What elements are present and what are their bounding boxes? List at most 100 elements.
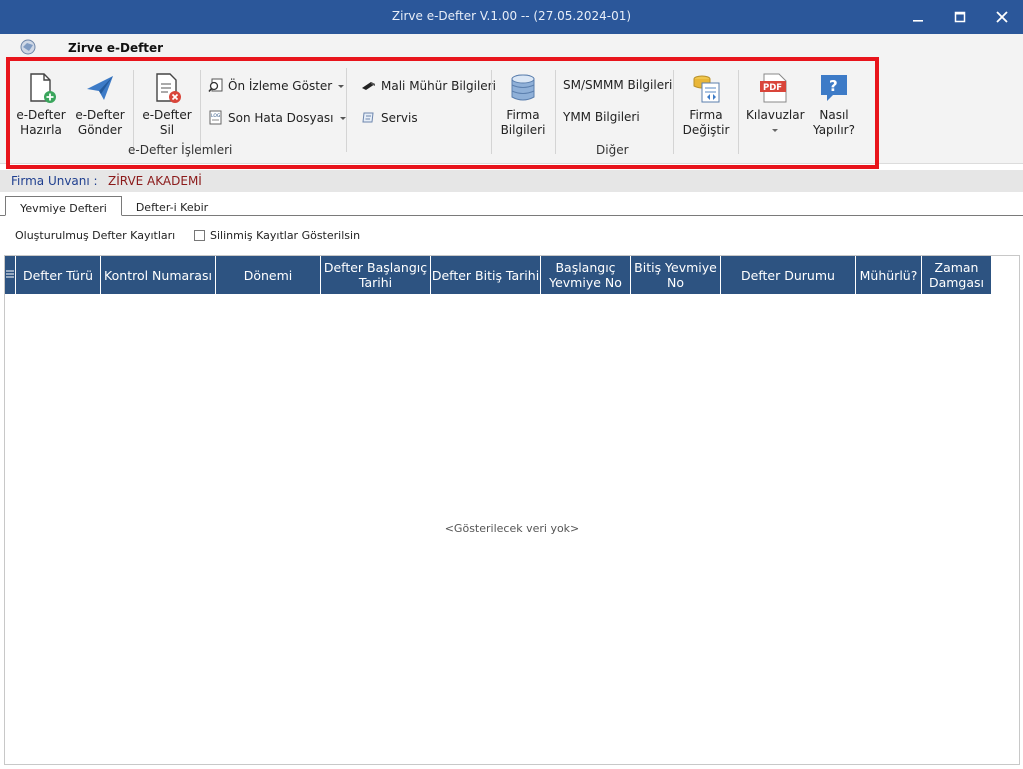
empty-grid-message: <Gösterilecek veri yok> bbox=[444, 522, 580, 535]
close-icon bbox=[996, 11, 1008, 23]
edefter-hazirla-label-2: Hazırla bbox=[20, 123, 62, 137]
send-paper-plane-icon bbox=[84, 72, 116, 104]
delete-document-icon bbox=[151, 72, 183, 104]
firma-degistir-button[interactable]: Firma Değiştir bbox=[680, 72, 732, 138]
svg-text:PDF: PDF bbox=[763, 83, 782, 93]
column-header-bitis-yevmiye-no[interactable]: Bitiş Yevmiye No bbox=[631, 256, 721, 294]
ymm-bilgileri-label: YMM Bilgileri bbox=[563, 110, 640, 124]
column-header-label: Damgası bbox=[928, 275, 985, 290]
show-deleted-checkbox[interactable]: Silinmiş Kayıtlar Gösterilsin bbox=[194, 229, 360, 242]
records-grid: Defter Türü Kontrol Numarası Dönemi Deft… bbox=[4, 255, 1020, 765]
kilavuzlar-label: Kılavuzlar bbox=[746, 108, 805, 122]
ribbon-separator bbox=[133, 70, 134, 154]
column-header-label: Defter Bitiş Tarihi bbox=[431, 267, 540, 283]
son-hata-dosyasi-button[interactable]: LOG Son Hata Dosyası bbox=[208, 110, 347, 125]
ribbon-separator bbox=[491, 70, 492, 154]
column-header-zaman-damgasi[interactable]: Zaman Damgası bbox=[922, 256, 992, 294]
log-file-icon: LOG bbox=[209, 110, 222, 125]
ribbon-separator bbox=[200, 70, 201, 154]
title-bar: Zirve e-Defter V.1.00 -- (27.05.2024-01) bbox=[0, 0, 1023, 34]
help-question-icon: ? bbox=[818, 72, 850, 104]
svg-text:LOG: LOG bbox=[211, 113, 221, 119]
firma-degistir-label-2: Değiştir bbox=[682, 123, 730, 137]
created-records-label: Oluşturulmuş Defter Kayıtları bbox=[15, 229, 176, 242]
column-header-label: Tarihi bbox=[358, 275, 393, 290]
column-header-label: Mühürlü? bbox=[859, 267, 918, 283]
tab-yevmiye-defteri[interactable]: Yevmiye Defteri bbox=[5, 196, 122, 216]
son-hata-dosyasi-label: Son Hata Dosyası bbox=[228, 110, 334, 125]
servis-label: Servis bbox=[381, 110, 418, 125]
nasil-yapilir-label-1: Nasıl bbox=[819, 108, 849, 122]
mali-muhur-bilgileri-button[interactable]: Mali Mühür Bilgileri bbox=[361, 78, 496, 93]
show-deleted-label: Silinmiş Kayıtlar Gösterilsin bbox=[210, 229, 361, 242]
nasil-yapilir-button[interactable]: ? Nasıl Yapılır? bbox=[808, 72, 860, 138]
tab-defter-i-kebir[interactable]: Defter-i Kebir bbox=[126, 196, 218, 216]
group-label-edefter-islemleri: e-Defter İşlemleri bbox=[128, 143, 233, 157]
group-label-diger: Diğer bbox=[596, 143, 629, 157]
column-header-label: No bbox=[667, 275, 684, 290]
row-selector-header[interactable] bbox=[5, 256, 16, 294]
edefter-sil-button[interactable]: e-Defter Sil bbox=[140, 72, 194, 138]
ribbon-separator bbox=[738, 70, 739, 154]
ribbon: e-Defter Hazırla e-Defter Gönder e-Defte… bbox=[0, 60, 1023, 164]
switch-company-icon bbox=[690, 72, 722, 104]
close-button[interactable] bbox=[981, 0, 1023, 34]
window-title: Zirve e-Defter V.1.00 -- (27.05.2024-01) bbox=[391, 9, 632, 23]
chevron-down-icon bbox=[772, 129, 778, 132]
pdf-icon: PDF bbox=[759, 72, 791, 104]
on-izleme-goster-button[interactable]: Ön İzleme Göster bbox=[208, 78, 345, 93]
column-header-kontrol-numarasi[interactable]: Kontrol Numarası bbox=[101, 256, 216, 294]
servis-button[interactable]: Servis bbox=[361, 110, 418, 125]
ribbon-separator bbox=[673, 70, 674, 154]
maximize-button[interactable] bbox=[939, 0, 981, 34]
column-header-label: Yevmiye No bbox=[549, 275, 622, 290]
edefter-hazirla-label-1: e-Defter bbox=[16, 108, 66, 122]
column-header-label: Başlangıç bbox=[555, 260, 616, 275]
column-header-label: Kontrol Numarası bbox=[104, 267, 212, 283]
checkbox-box[interactable] bbox=[194, 230, 205, 241]
kilavuzlar-button[interactable]: PDF Kılavuzlar bbox=[746, 72, 805, 138]
column-header-defter-durumu[interactable]: Defter Durumu bbox=[721, 256, 856, 294]
svg-text:?: ? bbox=[829, 77, 838, 95]
on-izleme-goster-label: Ön İzleme Göster bbox=[228, 78, 333, 93]
edefter-sil-label-2: Sil bbox=[159, 123, 175, 137]
ribbon-header: Zirve e-Defter bbox=[0, 34, 1023, 60]
ribbon-separator bbox=[555, 70, 556, 154]
tab-label: Yevmiye Defteri bbox=[20, 202, 107, 215]
column-header-label: Defter Durumu bbox=[741, 267, 835, 283]
column-header-label: Zaman bbox=[934, 260, 979, 275]
column-header-defter-turu[interactable]: Defter Türü bbox=[16, 256, 101, 294]
app-title: Zirve e-Defter bbox=[68, 41, 164, 55]
maximize-icon bbox=[954, 11, 966, 23]
app-logo-icon bbox=[20, 39, 36, 55]
firma-bilgileri-label-2: Bilgileri bbox=[500, 123, 546, 137]
minimize-button[interactable] bbox=[897, 0, 939, 34]
mali-muhur-bilgileri-label: Mali Mühür Bilgileri bbox=[381, 78, 496, 93]
column-header-defter-baslangic-tarihi[interactable]: Defter Başlangıç Tarihi bbox=[321, 256, 431, 294]
edefter-gonder-button[interactable]: e-Defter Gönder bbox=[72, 72, 128, 138]
column-header-baslangic-yevmiye-no[interactable]: Başlangıç Yevmiye No bbox=[541, 256, 631, 294]
column-header-label: Defter Başlangıç bbox=[323, 260, 428, 275]
ymm-bilgileri-button[interactable]: YMM Bilgileri bbox=[563, 110, 640, 124]
chevron-down-icon bbox=[338, 84, 345, 88]
column-chooser-icon bbox=[6, 270, 14, 278]
firma-bilgileri-label-1: Firma bbox=[506, 108, 540, 122]
firma-bar: Firma Unvanı : ZİRVE AKADEMİ bbox=[0, 170, 1023, 192]
tab-strip: Yevmiye Defteri Defter-i Kebir bbox=[0, 194, 1023, 216]
sm-smmm-bilgileri-button[interactable]: SM/SMMM Bilgileri bbox=[563, 78, 672, 92]
new-document-icon bbox=[25, 72, 57, 104]
sm-smmm-bilgileri-label: SM/SMMM Bilgileri bbox=[563, 78, 673, 92]
column-header-defter-bitis-tarihi[interactable]: Defter Bitiş Tarihi bbox=[431, 256, 541, 294]
tab-label: Defter-i Kebir bbox=[135, 201, 209, 214]
edefter-hazirla-button[interactable]: e-Defter Hazırla bbox=[14, 72, 68, 138]
firma-value: ZİRVE AKADEMİ bbox=[108, 174, 202, 188]
edefter-gonder-label-1: e-Defter bbox=[75, 108, 125, 122]
edefter-sil-label-1: e-Defter bbox=[142, 108, 192, 122]
firma-bilgileri-button[interactable]: Firma Bilgileri bbox=[497, 72, 549, 138]
column-header-label: Dönemi bbox=[243, 267, 293, 283]
preview-magnifier-icon bbox=[208, 78, 223, 93]
column-header-label: Defter Türü bbox=[22, 267, 94, 283]
column-header-muhurlu[interactable]: Mühürlü? bbox=[856, 256, 922, 294]
column-header-donemi[interactable]: Dönemi bbox=[216, 256, 321, 294]
minimize-icon bbox=[913, 20, 923, 22]
